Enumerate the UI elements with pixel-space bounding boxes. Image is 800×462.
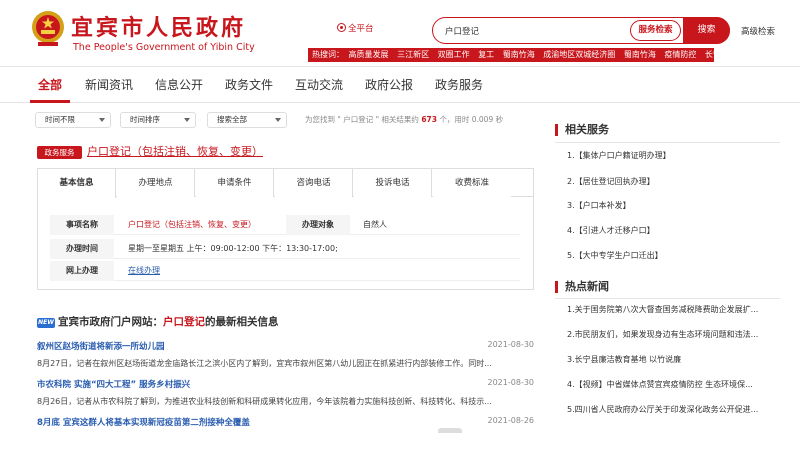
online-label: 网上办理 [50,261,114,281]
news-date: 2021-08-30 [487,340,535,349]
tab-fees[interactable]: 收费标准 [433,169,511,197]
chevron-down-icon [184,118,190,122]
scope-radio-icon [337,23,346,32]
sort-value: 时间排序 [130,115,160,124]
hot-label: 热搜词： [312,50,344,59]
hot-news-link[interactable]: 1.关于国务院第八次大督查国务减税降费助企发展扩... [567,304,772,315]
info-row: 网上办理 在线办理 [50,261,520,281]
service-search-button[interactable]: 服务检索 [630,20,681,41]
scope-label: 全平台 [348,24,374,34]
tab-gov-service[interactable]: 政务服务 [435,67,483,103]
tab-location[interactable]: 办理地点 [117,169,195,197]
scope-value: 搜索全部 [217,115,247,124]
divider [555,298,780,299]
news-title-link[interactable]: 市农科院 实施“四大工程” 服务乡村振兴 [37,378,190,390]
chevron-down-icon [99,118,105,122]
scope-select[interactable]: 搜索全部 [207,112,287,128]
tab-conditions[interactable]: 申请条件 [196,169,274,197]
service-item-link[interactable]: 5.【大中专学生户口迁出】 [567,250,772,261]
service-tag: 政务服务 [37,146,82,159]
item-label: 事项名称 [50,215,114,235]
hot-news-link[interactable]: 2.市民朋友们，如果发现身边有生态环境问题和违法... [567,329,772,340]
tab-gov-docs[interactable]: 政务文件 [225,67,273,103]
news-title-link[interactable]: 8月底 宜宾这群人将基本实现新冠疫苗第二剂接种全覆盖 [37,416,250,428]
news-summary: 8月27日，记者在叙州区赵场街道龙金庙路长江之滨小区内了解到，宜宾市叙州区第八幼… [37,359,492,368]
active-tab-indicator [30,100,70,103]
hot-word[interactable]: 高质量发展 [349,50,389,59]
sort-select[interactable]: 时间排序 [120,112,196,128]
hot-news-link[interactable]: 5.四川省人民政府办公厅关于印发深化政务公开促进... [567,404,772,415]
hot-word[interactable]: 复工 [478,50,494,59]
hot-news-title: 热点新闻 [555,281,609,293]
national-emblem-icon [32,11,64,46]
heading-keyword: 户口登记 [163,316,205,328]
site-title: 宜宾市人民政府 [71,15,247,41]
filter-row: 时间不限 时间排序 搜索全部 为您找到 " 户口登记 " 相关结果约 673 个… [35,112,535,128]
service-item-link[interactable]: 1.【集体户口户籍证明办理】 [567,150,772,161]
service-item-link[interactable]: 4.【引进人才迁移户口】 [567,225,772,236]
stat-prefix: 为您找到 " 户口登记 " 相关结果约 [305,115,419,124]
hot-word[interactable]: 双圈工作 [438,50,470,59]
chevron-down-icon [275,118,281,122]
target-label: 办理对象 [286,215,350,235]
heading-suffix: 的最新相关信息 [205,316,279,328]
tab-all[interactable]: 全部 [38,67,62,103]
service-item-link[interactable]: 2.【居住登记回执办理】 [567,176,772,187]
info-row: 办理时间 星期一至星期五 上午：09:00-12:00 下午：13:30-17:… [50,239,520,259]
tab-news[interactable]: 新闻资讯 [85,67,133,103]
time-range-select[interactable]: 时间不限 [35,112,111,128]
time-value: 星期一至星期五 上午：09:00-12:00 下午：13:30-17:00; [128,244,338,253]
info-row: 事项名称 户口登记（包括注销、恢复、变更） 办理对象 自然人 [50,215,520,235]
search-input[interactable] [445,22,625,39]
advanced-search-link[interactable]: 高级检索 [741,25,775,37]
sidebar: 相关服务 1.【集体户口户籍证明办理】 2.【居住登记回执办理】 3.【户口本补… [555,114,780,433]
tab-interaction[interactable]: 互动交流 [295,67,343,103]
service-panel: 基本信息 办理地点 申请条件 咨询电话 投诉电话 收费标准 事项名称 户口登记（… [37,168,534,290]
divider [555,142,780,143]
search-button[interactable]: 搜索 [683,17,730,44]
hot-news-link[interactable]: 4.【视频】中省媒体点赞宜宾疫情防控 生态环境保... [567,379,772,390]
hot-word[interactable]: 蜀南竹海 [503,50,535,59]
hot-word[interactable]: 疫情防控 [664,50,696,59]
tab-complaint-phone[interactable]: 投诉电话 [354,169,432,197]
news-heading: NEW 宜宾市政府门户网站：户口登记的最新相关信息 [37,314,279,329]
service-tabs: 基本信息 办理地点 申请条件 咨询电话 投诉电话 收费标准 [38,169,533,198]
hot-word[interactable]: 成渝地区双城经济圈 [543,50,615,59]
stat-suffix: 个，用时 0.009 秒 [439,115,504,124]
online-link[interactable]: 在线办理 [128,261,160,281]
header: 宜宾市人民政府 The People's Government of Yibin… [0,0,800,66]
news-title-link[interactable]: 叙州区赵场街道将新添一所幼儿园 [37,340,165,352]
stat-count: 673 [421,115,437,124]
news-date: 2021-08-26 [487,416,535,425]
result-stats: 为您找到 " 户口登记 " 相关结果约 673 个，用时 0.009 秒 [305,114,503,125]
site-subtitle: The People's Government of Yibin City [73,42,255,53]
main-nav: 全部 新闻资讯 信息公开 政务文件 互动交流 政府公报 政务服务 [0,66,800,103]
hot-word[interactable]: 蜀南竹海 [624,50,656,59]
new-badge: NEW [37,318,55,328]
news-summary: 8月26日，记者从市农科院了解到，为推进农业科技创新和科研成果转化应用，今年该院… [37,397,492,406]
hot-word[interactable]: 三江新区 [397,50,429,59]
service-item-link[interactable]: 3.【户口本补发】 [567,200,772,211]
search-box: 服务检索 搜索 [432,17,730,44]
target-value: 自然人 [363,220,387,229]
service-title-link[interactable]: 户口登记（包括注销、恢复、变更） [87,143,263,159]
hot-search-bar: 热搜词： 高质量发展 三江新区 双圈工作 复工 蜀南竹海 成渝地区双城经济圈 蜀… [308,48,714,62]
time-range-value: 时间不限 [45,115,75,124]
hot-word[interactable]: 长宁 [705,50,714,59]
tab-consult-phone[interactable]: 咨询电话 [275,169,353,197]
hot-news-link[interactable]: 3.长宁县廉洁教育基地 以竹说廉 [567,354,772,365]
heading-prefix: 宜宾市政府门户网站： [58,316,163,328]
time-label: 办理时间 [50,239,114,259]
related-services-title: 相关服务 [555,124,609,136]
news-date: 2021-08-30 [487,378,535,387]
scope-selector[interactable]: 全平台 [337,22,374,34]
list-item: 8月底 宜宾这群人将基本实现新冠疫苗第二剂接种全覆盖 2021-08-26 [37,416,534,462]
scroll-handle[interactable] [438,428,462,433]
tab-gazette[interactable]: 政府公报 [365,67,413,103]
item-value: 户口登记（包括注销、恢复、变更） [128,220,256,229]
tab-info-public[interactable]: 信息公开 [155,67,203,103]
tab-basic-info[interactable]: 基本信息 [38,169,116,198]
